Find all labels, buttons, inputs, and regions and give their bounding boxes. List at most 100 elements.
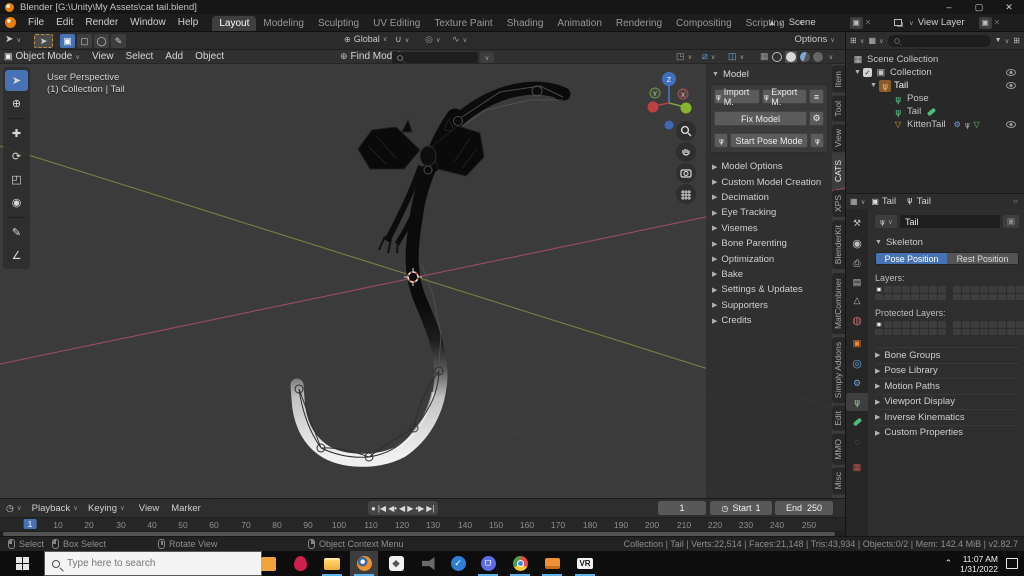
tab-scene-icon[interactable]: △ (846, 291, 868, 309)
transform-tool[interactable]: ◉ (5, 192, 28, 213)
section-motion-paths[interactable]: ▶Motion Paths (875, 378, 1019, 394)
fake-user-shield-icon[interactable]: ▣ (1003, 215, 1019, 228)
tab-world-icon[interactable]: ◍ (846, 311, 868, 329)
armature-datablock-dropdown[interactable]: ⋔∨ (875, 215, 897, 228)
tab-object-data-icon[interactable]: ⋔ (846, 393, 868, 411)
perspective-toggle-button[interactable] (676, 184, 696, 204)
proportional-editing-toggle[interactable]: ◎∨ (425, 34, 441, 45)
editor-type-dropdown[interactable]: ◷∨ (6, 503, 22, 514)
rest-position-button[interactable]: Rest Position (947, 253, 1018, 264)
tab-view-layer-icon[interactable]: ▤ (846, 273, 868, 291)
cats-section-credits[interactable]: ▶Credits (706, 313, 832, 328)
minimize-button[interactable]: – (934, 2, 964, 12)
zoom-view-button[interactable] (676, 121, 696, 141)
cats-section-bone-parenting[interactable]: ▶Bone Parenting (706, 236, 832, 251)
rotate-tool[interactable]: ⟳ (5, 146, 28, 167)
notification-center-icon[interactable] (1006, 558, 1018, 569)
cats-section-bake[interactable]: ▶Bake (706, 267, 832, 282)
tab-tool-icon[interactable]: ⚒ (846, 214, 868, 232)
outliner-row-armature-tail[interactable]: ▼ ⋔ Tail (846, 79, 1024, 92)
jump-to-end-button[interactable]: ▶| (426, 504, 434, 513)
marker-menu[interactable]: Marker (165, 503, 207, 514)
tab-tool[interactable]: Tool (832, 96, 845, 122)
mode-dropdown[interactable]: ▣ Object Mode∨ (4, 51, 80, 62)
tab-object-icon[interactable]: ▣ (846, 334, 868, 352)
outliner-row-armature-data[interactable]: ⋔ Tail (846, 105, 1024, 118)
cursor-tool[interactable]: ⊕ (5, 93, 28, 114)
frame-start-field[interactable]: ◷Start1 (710, 501, 772, 515)
blender-taskbar-icon[interactable] (350, 551, 378, 576)
frame-end-field[interactable]: End250 (775, 501, 833, 515)
white-app-icon[interactable]: ◆ (382, 551, 410, 576)
tab-view[interactable]: View (832, 124, 845, 152)
collapse-icon[interactable]: ▼ (870, 82, 877, 89)
cats-section-optimization[interactable]: ▶Optimization (706, 251, 832, 266)
cats-section-model-options[interactable]: ▶Model Options (706, 159, 832, 174)
pose-position-button[interactable]: Pose Position (876, 253, 947, 264)
prev-keyframe-button[interactable]: ◀• (388, 504, 397, 513)
workspace-tab-modeling[interactable]: Modeling (256, 16, 311, 31)
workspace-tab-rendering[interactable]: Rendering (609, 16, 669, 31)
select-mode-lasso-icon[interactable]: ✎ (111, 34, 126, 48)
measure-tool[interactable]: ∠ (5, 245, 28, 266)
view-layer-selector[interactable]: ∨ View Layer ▣ ✕ (894, 16, 1000, 30)
camera-view-button[interactable] (676, 163, 696, 183)
cats-section-settings-updates[interactable]: ▶Settings & Updates (706, 282, 832, 297)
keying-menu[interactable]: Keying∨ (88, 503, 125, 514)
filter-funnel-dropdown[interactable]: ▼∨ (995, 37, 1010, 45)
viewport-menu-add[interactable]: Add (159, 51, 189, 62)
cats-section-custom-model-creation[interactable]: ▶Custom Model Creation (706, 174, 832, 189)
layers-grid-left[interactable] (875, 286, 946, 300)
blenderkit-search-input[interactable] (392, 52, 478, 63)
import-model-button[interactable]: ⋔Import M. (714, 89, 760, 104)
rendered-shading-icon[interactable] (813, 52, 823, 62)
outliner-display-mode-dropdown[interactable]: ⊞∨ (850, 36, 864, 45)
hide-eye-icon[interactable] (1006, 121, 1016, 128)
annotate-tool[interactable]: ✎ (5, 222, 28, 243)
viewport-menu-object[interactable]: Object (189, 51, 230, 62)
outliner-search-input[interactable] (888, 35, 991, 47)
tab-modifiers-icon[interactable]: ⚙ (846, 374, 868, 392)
tab-constraints-icon[interactable]: ◎ (846, 354, 868, 372)
pose-mode-right-icon[interactable]: ⋔ (810, 133, 824, 148)
feedback-hub-icon[interactable] (254, 551, 282, 576)
tab-matcombiner[interactable]: MatCombiner (832, 273, 845, 334)
taskbar-search-input[interactable] (67, 558, 237, 569)
taskbar-search[interactable] (44, 551, 262, 576)
workspace-tab-texturepaint[interactable]: Texture Paint (427, 16, 499, 31)
layers-grid-right[interactable] (953, 286, 1024, 300)
record-button[interactable]: ● (371, 504, 376, 513)
cats-section-supporters[interactable]: ▶Supporters (706, 298, 832, 313)
select-mode-tweak-icon[interactable]: ▣ (60, 34, 75, 48)
workspace-tab-compositing[interactable]: Compositing (669, 16, 739, 31)
options-dropdown[interactable]: Options∨ (794, 34, 835, 45)
tab-bone-icon[interactable] (846, 413, 868, 431)
outliner-filter-mode-dropdown[interactable]: ▦∨ (868, 36, 883, 45)
snap-toggle[interactable]: ∪∨ (395, 34, 409, 45)
workspace-tab-sculpting[interactable]: Sculpting (311, 16, 366, 31)
workspace-tab-layout[interactable]: Layout (212, 16, 256, 31)
tab-texture-icon[interactable]: ▦ (846, 458, 868, 476)
hide-eye-icon[interactable] (1006, 82, 1016, 89)
scene-selector[interactable]: ▲∨ Scene ▣ ✕ (768, 16, 871, 30)
scale-tool[interactable]: ◰ (5, 169, 28, 190)
show-gizmo-toggle[interactable]: ◳∨ (676, 51, 692, 62)
playback-menu[interactable]: Playback∨ (32, 503, 78, 514)
workspace-tab-shading[interactable]: Shading (500, 16, 551, 31)
tab-xps[interactable]: XPS (832, 190, 845, 217)
menu-window[interactable]: Window (124, 17, 172, 28)
wireframe-shading-icon[interactable]: ▦ (760, 51, 769, 62)
blenderkit-expand-chevron[interactable]: ∨ (480, 52, 494, 63)
cats-section-eye-tracking[interactable]: ▶Eye Tracking (706, 205, 832, 220)
import-menu-button[interactable]: ≡ (809, 89, 824, 104)
active-tool-button[interactable]: ➤ (34, 34, 53, 48)
collection-checkbox[interactable]: ✓ (863, 68, 872, 77)
steam-monitor-icon[interactable] (538, 551, 566, 576)
select-box-tool[interactable]: ➤ (5, 70, 28, 91)
browse-view-layer-icon[interactable]: ▣ (979, 17, 992, 29)
section-viewport-display[interactable]: ▶Viewport Display (875, 394, 1019, 410)
viewport-menu-select[interactable]: Select (119, 51, 159, 62)
check-app-icon[interactable]: ✓ (444, 551, 472, 576)
falloff-dropdown[interactable]: ∿∨ (452, 34, 467, 45)
tab-misc[interactable]: Misc (832, 467, 845, 494)
